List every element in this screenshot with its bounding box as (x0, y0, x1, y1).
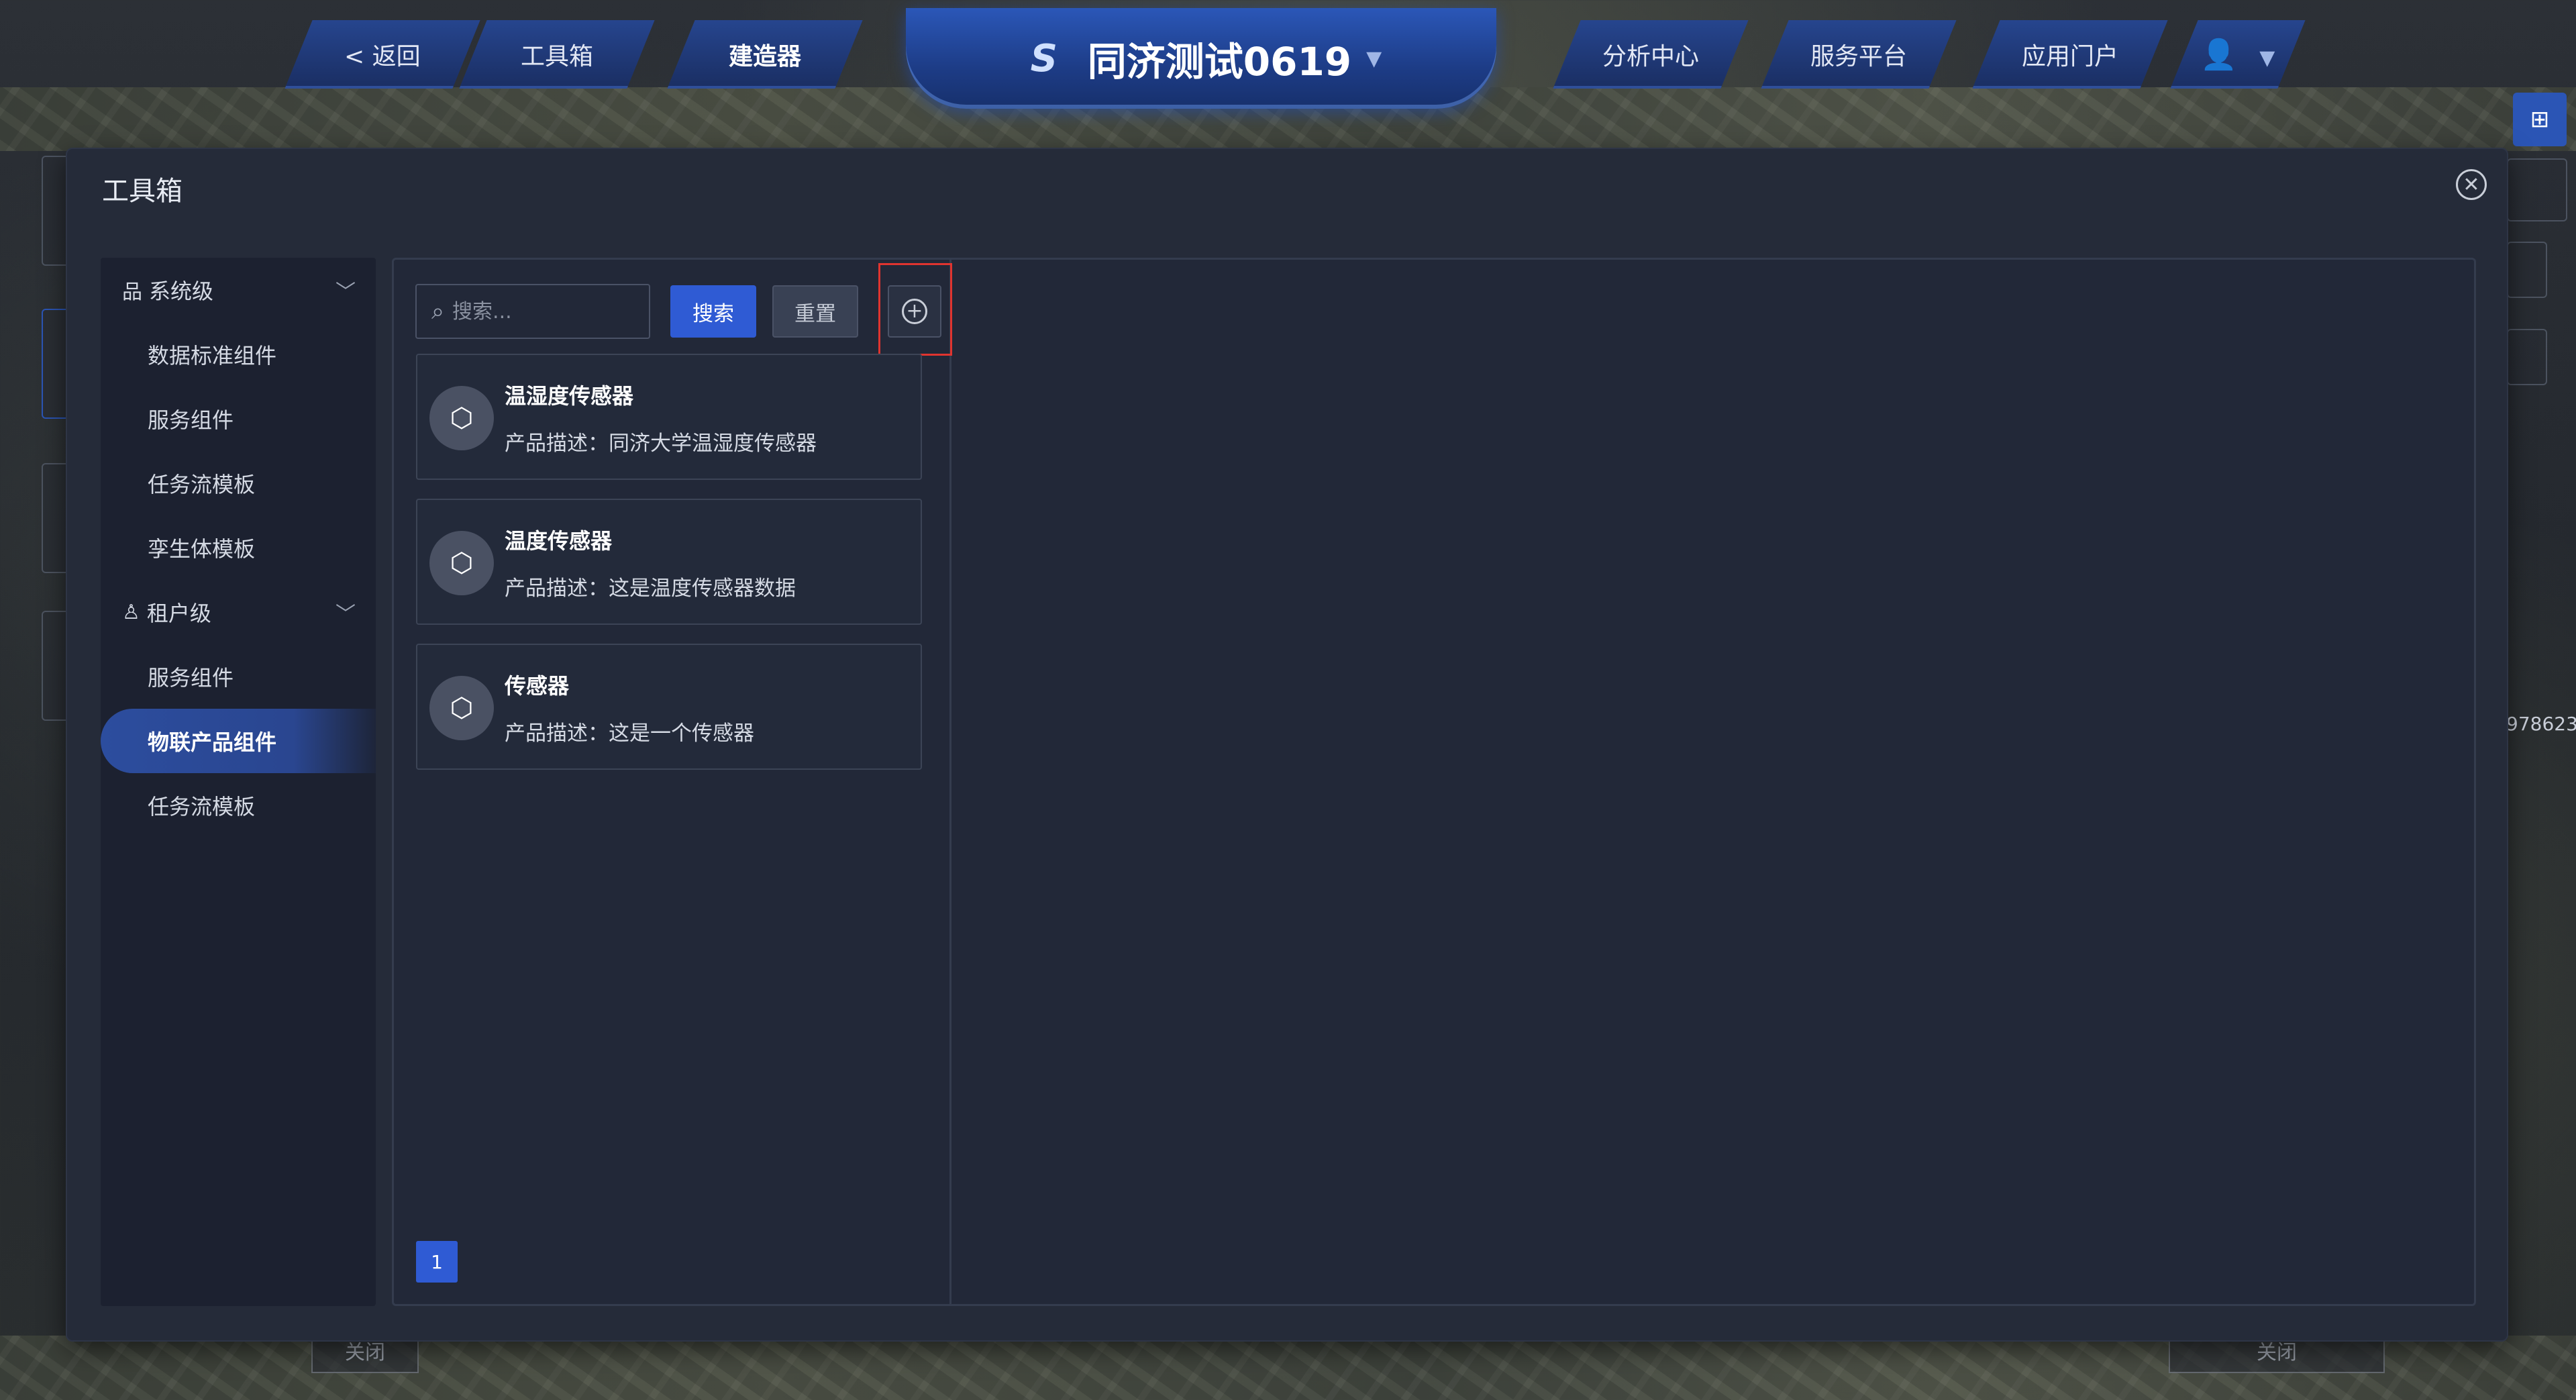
product-description: 产品描述：这是温度传感器数据 (505, 577, 796, 601)
product-name: 温度传感器 (505, 528, 613, 554)
user-icon: 👤 (2200, 38, 2238, 72)
sidebar-group-label: 租户级 (146, 601, 211, 626)
product-name: 传感器 (505, 673, 570, 699)
project-selector[interactable]: S 同济测试0619 ▼ (906, 8, 1496, 109)
search-button[interactable]: 搜索 (670, 285, 756, 338)
chevron-down-icon: ﹀ (336, 281, 356, 304)
user-menu-button[interactable]: 👤 ▼ (2170, 20, 2306, 89)
bg-number-fragment: 978623 (2506, 713, 2576, 735)
category-sidebar: 品 系统级 ﹀ 数据标准组件 服务组件 任务流模板 孪生体模板 ♙ 租户级 ﹀ … (101, 258, 376, 1306)
bg-panel-right-1 (2507, 158, 2567, 221)
cube-icon: ⬡ (429, 386, 494, 450)
bg-panel-right-2 (2507, 242, 2547, 298)
sidebar-item-twin-template[interactable]: 孪生体模板 (101, 515, 376, 580)
cube-icon: ⬡ (429, 676, 494, 740)
reset-button[interactable]: 重置 (772, 285, 858, 338)
nav-tab-app-portal[interactable]: 应用门户 (1972, 20, 2168, 89)
nav-tab-service-platform[interactable]: 服务平台 (1761, 20, 1957, 89)
plus-circle-icon: + (902, 299, 927, 324)
hierarchy-icon: 品 (122, 281, 142, 304)
product-card[interactable]: ⬡ 传感器 产品描述：这是一个传感器 (416, 644, 922, 770)
product-card[interactable]: ⬡ 温湿度传感器 产品描述：同济大学温湿度传感器 (416, 354, 922, 480)
content-panel: ⌕ 搜索 重置 + ⬡ 温湿度传感器 产品描述：同济大学温湿度传感器 ⬡ 温度传… (392, 258, 2476, 1306)
sidebar-item-tenant-service-component[interactable]: 服务组件 (101, 644, 376, 709)
modal-title: 工具箱 (102, 176, 183, 207)
sidebar-item-tenant-workflow-template[interactable]: 任务流模板 (101, 773, 376, 838)
nav-tab-toolbox[interactable]: 工具箱 (459, 20, 655, 89)
caret-down-icon: ▼ (1366, 46, 1382, 70)
sidebar-item-iot-product-component[interactable]: 物联产品组件 (101, 709, 376, 773)
sidebar-group-tenant[interactable]: ♙ 租户级 ﹀ (101, 580, 376, 644)
add-product-button[interactable]: + (888, 285, 941, 338)
sidebar-item-service-component[interactable]: 服务组件 (101, 387, 376, 451)
sidebar-group-system[interactable]: 品 系统级 ﹀ (101, 258, 376, 322)
product-list-column: ⌕ 搜索 重置 + ⬡ 温湿度传感器 产品描述：同济大学温湿度传感器 ⬡ 温度传… (394, 260, 952, 1304)
product-description: 产品描述：这是一个传感器 (505, 721, 754, 746)
user-outline-icon: ♙ (122, 600, 140, 624)
chevron-down-icon: ﹀ (336, 603, 356, 626)
bg-panel-right-3 (2507, 329, 2547, 385)
nav-back-button[interactable]: < 返回 (285, 20, 480, 89)
sidebar-group-label: 系统级 (149, 279, 214, 304)
nav-tab-builder[interactable]: 建造器 (667, 20, 863, 89)
project-title: 同济测试0619 (1087, 39, 1352, 85)
product-description: 产品描述：同济大学温湿度传感器 (505, 432, 817, 456)
product-name: 温湿度传感器 (505, 383, 634, 409)
pagination-page-current[interactable]: 1 (416, 1241, 458, 1283)
close-icon: ✕ (2463, 172, 2480, 197)
modal-close-button[interactable]: ✕ (2456, 169, 2487, 200)
layout-toggle-button[interactable]: ⊞ (2513, 93, 2567, 146)
search-icon: ⌕ (431, 298, 445, 325)
sidebar-item-data-standard[interactable]: 数据标准组件 (101, 322, 376, 387)
product-card[interactable]: ⬡ 温度传感器 产品描述：这是温度传感器数据 (416, 499, 922, 625)
toolbox-modal: 工具箱 ✕ 品 系统级 ﹀ 数据标准组件 服务组件 任务流模板 孪生体模板 ♙ … (67, 149, 2507, 1340)
project-logo-icon: S (1030, 36, 1058, 81)
search-input[interactable] (451, 299, 635, 324)
layout-icon: ⊞ (2530, 106, 2550, 133)
cube-icon: ⬡ (429, 531, 494, 595)
user-caret-down-icon: ▼ (2259, 46, 2275, 70)
search-field[interactable]: ⌕ (415, 284, 650, 339)
nav-tab-analysis[interactable]: 分析中心 (1553, 20, 1749, 89)
top-navigation: < 返回 工具箱 建造器 S 同济测试0619 ▼ 分析中心 服务平台 应用门户… (0, 0, 2576, 114)
sidebar-item-workflow-template[interactable]: 任务流模板 (101, 451, 376, 515)
